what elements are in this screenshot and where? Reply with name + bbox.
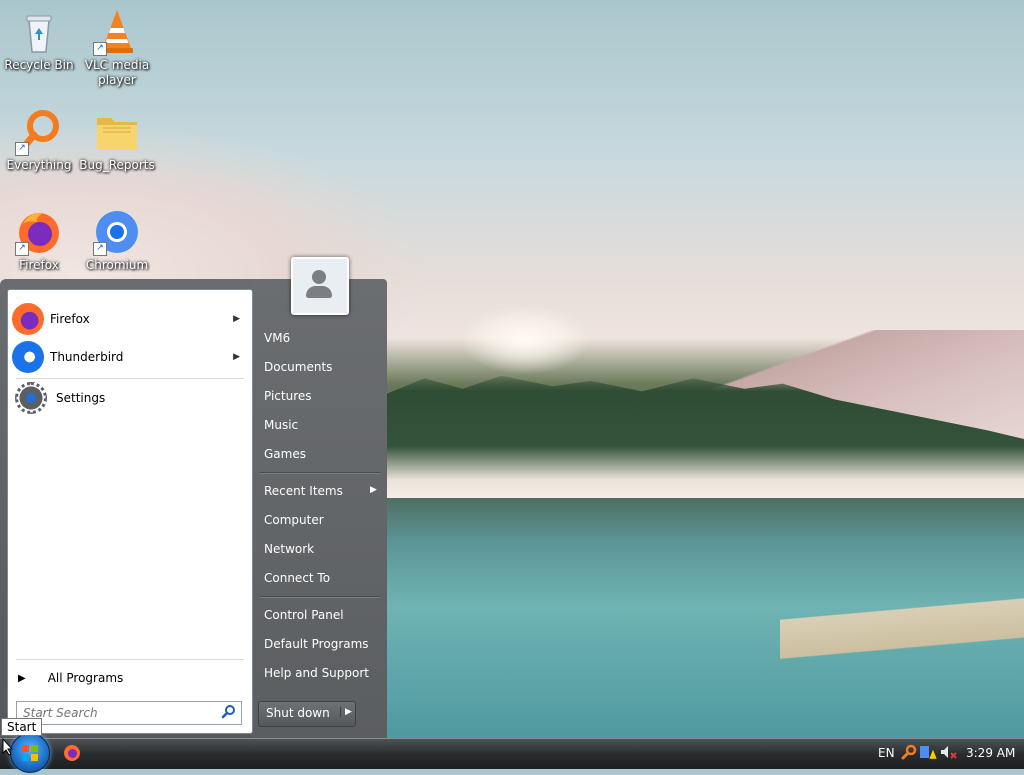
menu-item-computer[interactable]: Computer	[264, 513, 324, 527]
menu-item-control-panel[interactable]: Control Panel	[264, 608, 344, 622]
recent-item-label: Settings	[56, 391, 106, 405]
pinned-item-label: Thunderbird	[50, 350, 124, 364]
desktop-icon-recycle-bin[interactable]: Recycle Bin	[0, 8, 78, 73]
menu-item-user[interactable]: VM6	[264, 331, 290, 345]
submenu-arrow-icon: ▶	[370, 485, 377, 495]
separator	[16, 659, 244, 660]
shortcut-arrow-icon: ↗	[15, 242, 29, 256]
start-tooltip: Start	[1, 718, 43, 736]
shutdown-options-arrow-icon[interactable]: ▶	[340, 707, 352, 717]
recent-item-settings[interactable]: Settings	[12, 381, 248, 415]
arrow-right-icon: ▶	[18, 672, 26, 684]
language-indicator[interactable]: EN	[878, 746, 895, 760]
separator	[16, 378, 244, 379]
user-avatar-body-icon	[306, 286, 332, 298]
all-programs-label: All Programs	[47, 671, 124, 685]
search-icon[interactable]	[221, 704, 237, 723]
wallpaper-grass	[780, 580, 1024, 670]
desktop-icon-label: Everything	[6, 158, 72, 172]
start-search-input[interactable]	[21, 703, 221, 723]
everything-tray-icon[interactable]	[901, 744, 917, 763]
action-center-warning-icon[interactable]	[920, 744, 938, 763]
firefox-icon: ↗	[15, 208, 63, 256]
desktop-icon-chromium[interactable]: ↗ Chromium	[78, 208, 156, 273]
start-button[interactable]	[10, 733, 50, 773]
clock[interactable]: 3:29 AM	[966, 746, 1015, 760]
desktop-icon-label: Firefox	[19, 258, 59, 272]
menu-item-connect-to[interactable]: Connect To	[264, 571, 330, 585]
windows-logo-icon	[22, 745, 38, 761]
pinned-item-thunderbird[interactable]: Thunderbird ▶	[12, 340, 248, 374]
menu-item-recent-items[interactable]: Recent Items	[264, 484, 343, 498]
desktop-icon-bug-reports[interactable]: Bug_Reports	[78, 108, 156, 173]
taskbar	[0, 738, 1024, 769]
all-programs-button[interactable]: ▶ All Programs	[12, 667, 248, 689]
firefox-icon	[12, 303, 44, 335]
menu-item-pictures[interactable]: Pictures	[264, 389, 312, 403]
shortcut-arrow-icon: ↗	[15, 142, 29, 156]
taskbar-firefox-button[interactable]	[62, 743, 84, 763]
menu-item-network[interactable]: Network	[264, 542, 314, 556]
desktop-icon-firefox[interactable]: ↗ Firefox	[0, 208, 78, 273]
shutdown-button[interactable]: Shut down ▶	[258, 701, 356, 727]
thunderbird-icon	[12, 341, 44, 373]
menu-item-documents[interactable]: Documents	[264, 360, 332, 374]
start-menu: Firefox ▶ Thunderbird ▶ Settings ▶ All P…	[0, 257, 387, 738]
desktop-icon-label: VLC media player	[84, 58, 150, 87]
submenu-arrow-icon: ▶	[233, 314, 240, 324]
firefox-icon	[64, 745, 80, 761]
menu-item-help-support[interactable]: Help and Support	[264, 666, 369, 680]
desktop-icon-label: Chromium	[85, 258, 149, 272]
shutdown-label: Shut down	[266, 706, 330, 720]
everything-search-icon: ↗	[15, 108, 63, 156]
menu-item-games[interactable]: Games	[264, 447, 306, 461]
wallpaper-sun	[460, 305, 590, 375]
recycle-bin-icon	[15, 8, 63, 56]
gear-icon	[15, 382, 47, 414]
shortcut-arrow-icon: ↗	[93, 242, 107, 256]
user-avatar-head-icon	[312, 270, 326, 284]
shortcut-arrow-icon: ↗	[93, 42, 107, 56]
chromium-icon: ↗	[93, 208, 141, 256]
start-menu-left-pane: Firefox ▶ Thunderbird ▶ Settings ▶ All P…	[7, 289, 253, 734]
desktop-icon-label: Bug_Reports	[79, 158, 155, 172]
start-search-box[interactable]	[16, 701, 242, 725]
folder-icon	[93, 108, 141, 156]
user-picture[interactable]	[291, 257, 349, 315]
submenu-arrow-icon: ▶	[233, 352, 240, 362]
volume-muted-icon[interactable]	[940, 744, 958, 763]
desktop-icon-vlc[interactable]: ↗ VLC media player	[78, 8, 156, 88]
vlc-icon: ↗	[93, 8, 141, 56]
pinned-item-firefox[interactable]: Firefox ▶	[12, 302, 248, 336]
menu-item-music[interactable]: Music	[264, 418, 298, 432]
separator	[260, 596, 380, 598]
mouse-cursor-icon	[2, 737, 14, 759]
menu-item-default-programs[interactable]: Default Programs	[264, 637, 369, 651]
desktop-icon-everything[interactable]: ↗ Everything	[0, 108, 78, 173]
pinned-item-label: Firefox	[50, 312, 90, 326]
separator	[260, 472, 380, 474]
desktop-icon-label: Recycle Bin	[4, 58, 74, 72]
